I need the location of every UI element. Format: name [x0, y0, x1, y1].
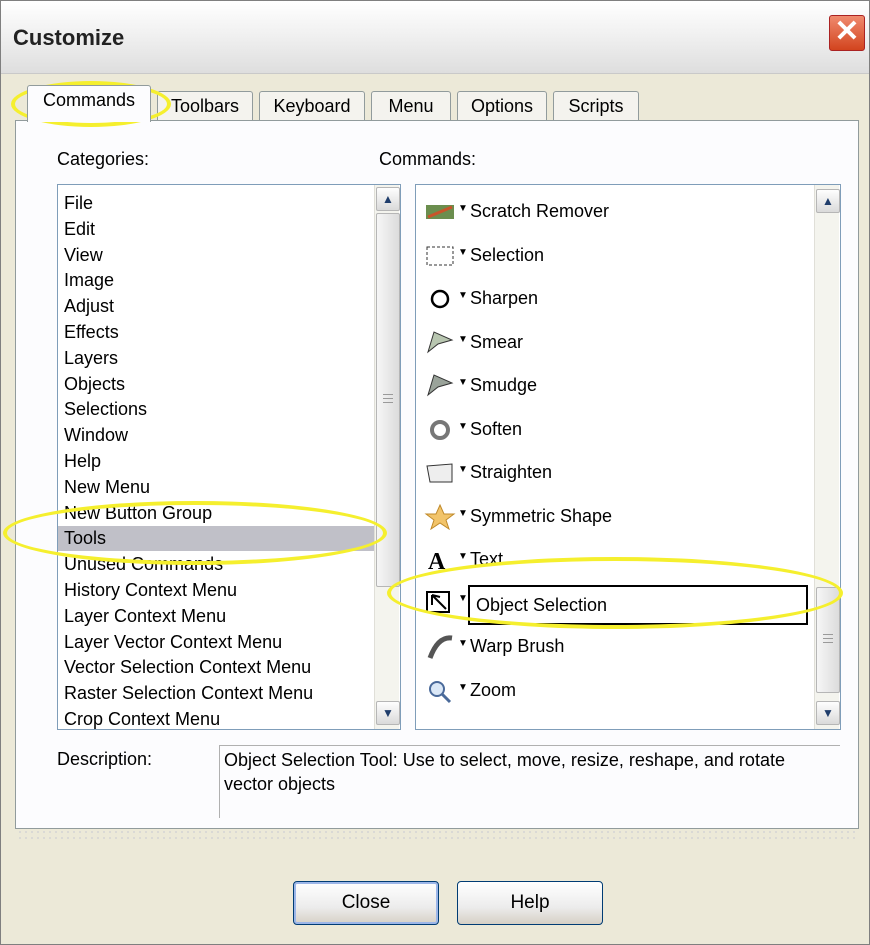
close-button[interactable]: Close: [293, 881, 439, 925]
straighten-icon: [424, 460, 456, 486]
scroll-up-button[interactable]: ▲: [816, 189, 840, 213]
dropdown-arrow-icon[interactable]: ▼: [458, 551, 468, 562]
chevron-down-icon: ▼: [822, 706, 834, 720]
category-item[interactable]: Layer Vector Context Menu: [64, 630, 282, 655]
smudge-icon: [424, 373, 456, 399]
dropdown-arrow-icon[interactable]: ▼: [458, 203, 468, 214]
command-label: Symmetric Shape: [470, 505, 613, 526]
close-window-button[interactable]: ✕: [829, 15, 865, 51]
dropdown-arrow-icon[interactable]: ▼: [458, 421, 468, 432]
command-item[interactable]: ▼ Zoom: [424, 670, 808, 710]
scroll-down-button[interactable]: ▼: [376, 701, 400, 725]
command-item[interactable]: ▼ Smudge: [424, 365, 808, 405]
command-item[interactable]: ▼ Straighten: [424, 452, 808, 492]
category-item[interactable]: Effects: [64, 320, 119, 345]
tab-scripts[interactable]: Scripts: [553, 91, 639, 120]
category-item[interactable]: Window: [64, 423, 128, 448]
command-label: Zoom: [470, 679, 517, 700]
categories-scrollbar[interactable]: ▲ ▼: [374, 185, 400, 729]
commands-listbox[interactable]: ▼ Scratch Remover ▼ Selection ▼ Sharpen ▼ Smear…: [415, 184, 841, 730]
tab-options[interactable]: Options: [457, 91, 547, 120]
title-bar[interactable]: Customize ✕: [1, 1, 869, 74]
soften-icon: [424, 417, 456, 443]
command-item[interactable]: ▼ Soften: [424, 409, 808, 449]
command-label: Soften: [470, 418, 523, 439]
category-item[interactable]: Layer Context Menu: [64, 604, 226, 629]
category-item[interactable]: New Menu: [64, 475, 150, 500]
category-item[interactable]: Raster Selection Context Menu: [64, 681, 313, 706]
category-item[interactable]: Image: [64, 268, 114, 293]
category-item[interactable]: Crop Context Menu: [64, 707, 220, 729]
scratch-remover-icon: [424, 199, 456, 225]
tab-menu[interactable]: Menu: [371, 91, 451, 120]
help-button[interactable]: Help: [457, 881, 603, 925]
description-label: Description:: [57, 749, 153, 769]
commands-label: Commands:: [379, 149, 477, 169]
tab-toolbars[interactable]: Toolbars: [157, 91, 253, 120]
category-item[interactable]: Edit: [64, 217, 95, 242]
separator: [17, 829, 855, 843]
dropdown-arrow-icon[interactable]: ▼: [458, 638, 468, 649]
category-item[interactable]: View: [64, 243, 103, 268]
command-label: Sharpen: [470, 288, 539, 308]
dropdown-arrow-icon[interactable]: ▼: [458, 682, 468, 693]
category-item[interactable]: Selections: [64, 397, 147, 422]
customize-dialog: Customize ✕ Commands Toolbars Keyboard M…: [0, 0, 870, 945]
window-title: Customize: [13, 25, 125, 50]
highlight-tools-category: [3, 501, 387, 565]
category-item[interactable]: File: [64, 191, 93, 216]
category-item[interactable]: History Context Menu: [64, 578, 237, 603]
selection-icon: [424, 243, 456, 269]
categories-label: Categories:: [57, 149, 150, 169]
warp-brush-icon: [424, 634, 456, 660]
category-item[interactable]: Adjust: [64, 294, 114, 319]
smear-icon: [424, 330, 456, 356]
tab-commands[interactable]: Commands: [27, 85, 151, 122]
sharpen-icon: [424, 286, 456, 312]
dropdown-arrow-icon[interactable]: ▼: [458, 247, 468, 258]
chevron-down-icon: ▼: [382, 706, 394, 720]
dropdown-arrow-icon[interactable]: ▼: [458, 377, 468, 388]
commands-scrollbar[interactable]: ▲ ▼: [814, 185, 840, 729]
dropdown-arrow-icon[interactable]: ▼: [458, 508, 468, 519]
category-item[interactable]: Objects: [64, 372, 125, 397]
command-item[interactable]: ▼ Symmetric Shape: [424, 496, 808, 536]
scroll-up-button[interactable]: ▲: [376, 187, 400, 211]
command-label: Smear: [470, 331, 524, 352]
star-icon: [424, 503, 456, 530]
command-item[interactable]: ▼ Selection: [424, 235, 808, 275]
command-item[interactable]: ▼ Warp Brush: [424, 626, 808, 666]
command-label: Scratch Remover: [470, 201, 610, 221]
command-label: Smudge: [470, 375, 538, 395]
command-item[interactable]: ▼ Smear: [424, 322, 808, 362]
chevron-up-icon: ▲: [822, 194, 834, 208]
command-item[interactable]: ▼ Scratch Remover: [424, 191, 808, 231]
magnifier-icon: [424, 678, 456, 704]
category-item[interactable]: Vector Selection Context Menu: [64, 655, 311, 680]
category-item[interactable]: Layers: [64, 346, 118, 371]
description-text: Object Selection Tool: Use to select, mo…: [224, 750, 785, 794]
command-item[interactable]: ▼ Sharpen: [424, 278, 808, 318]
dropdown-arrow-icon[interactable]: ▼: [458, 334, 468, 345]
chevron-up-icon: ▲: [382, 192, 394, 206]
highlight-object-selection: [387, 557, 843, 629]
close-icon: ✕: [834, 15, 860, 48]
description-box: Object Selection Tool: Use to select, mo…: [219, 745, 840, 818]
category-item[interactable]: Help: [64, 449, 101, 474]
dropdown-arrow-icon[interactable]: ▼: [458, 290, 468, 301]
categories-listbox[interactable]: File Edit View Image Adjust Effects Layers Obje…: [57, 184, 401, 730]
command-label: Straighten: [470, 462, 553, 482]
command-label: Selection: [470, 244, 545, 265]
command-label: Warp Brush: [470, 636, 565, 656]
scroll-down-button[interactable]: ▼: [816, 701, 840, 725]
tab-keyboard[interactable]: Keyboard: [259, 91, 365, 120]
dropdown-arrow-icon[interactable]: ▼: [458, 464, 468, 475]
